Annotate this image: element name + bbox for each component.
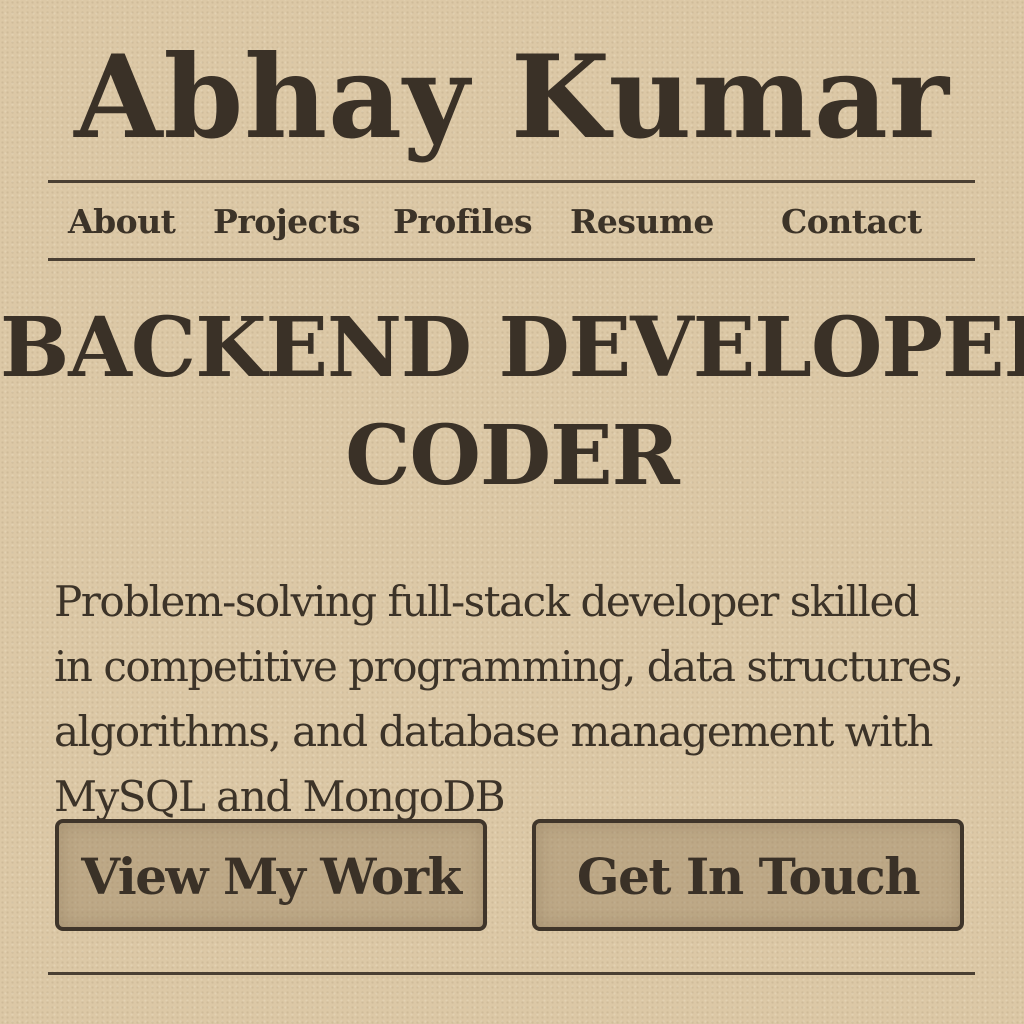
- nav-item-profiles[interactable]: Profiles: [393, 183, 533, 258]
- hero-bio: Problem-solving full-stack developer ski…: [54, 569, 1004, 829]
- view-my-work-button[interactable]: View My Work: [55, 819, 487, 931]
- nav-bottom-divider: [48, 258, 975, 261]
- nav-item-resume[interactable]: Resume: [570, 183, 714, 258]
- main-nav: About Projects Profiles Resume Contact: [48, 183, 975, 258]
- nav-item-projects[interactable]: Projects: [213, 183, 361, 258]
- nav-item-contact[interactable]: Contact: [781, 183, 922, 258]
- bio-line: Problem-solving full-stack developer ski…: [54, 577, 920, 626]
- bio-line: algorithms, and database management with: [54, 707, 934, 756]
- nav-item-about[interactable]: About: [68, 183, 176, 258]
- get-in-touch-button[interactable]: Get In Touch: [532, 819, 964, 931]
- footer-divider: [48, 972, 975, 975]
- portfolio-page: Abhay Kumar About Projects Profiles Resu…: [0, 0, 1024, 1024]
- site-title: Abhay Kumar: [74, 30, 950, 164]
- hero-headline-line-1: BACKEND DEVELOPER: [0, 300, 1024, 396]
- bio-line: in competitive programming, data structu…: [54, 642, 964, 691]
- hero-headline-line-2: CODER: [345, 408, 679, 504]
